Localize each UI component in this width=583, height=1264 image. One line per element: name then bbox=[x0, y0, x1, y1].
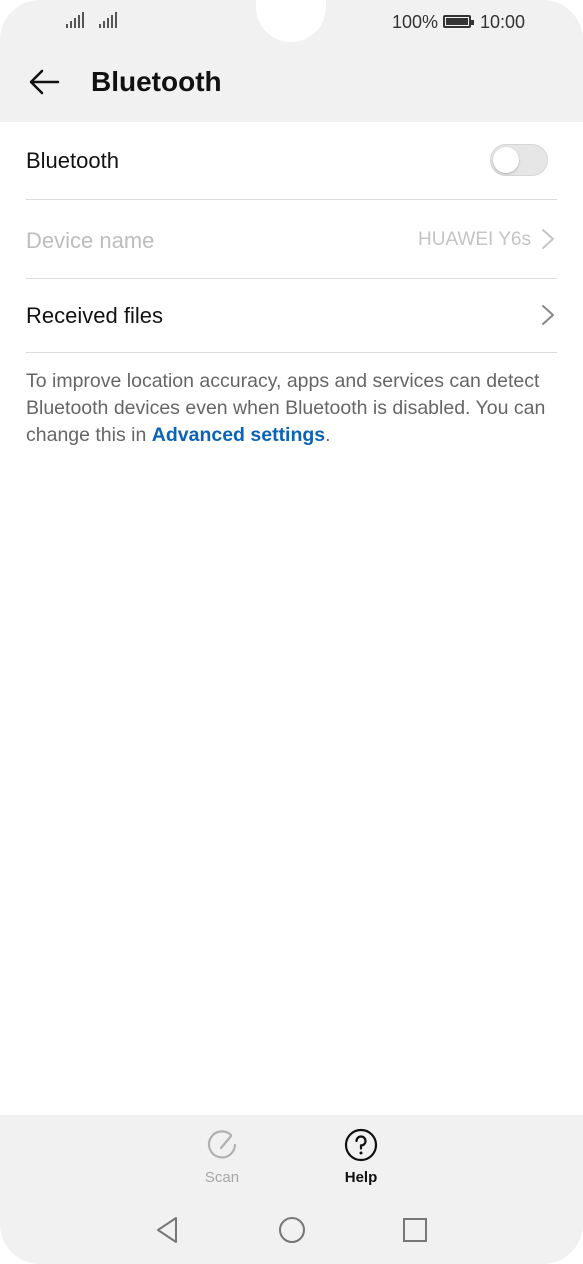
chevron-right-icon bbox=[542, 229, 554, 249]
nav-home-icon[interactable] bbox=[278, 1215, 306, 1245]
nav-recents-icon[interactable] bbox=[402, 1215, 428, 1245]
bluetooth-row[interactable]: Bluetooth bbox=[26, 122, 557, 200]
scan-label: Scan bbox=[204, 1169, 240, 1186]
status-bar: 100% 10:00 bbox=[0, 0, 583, 44]
scan-button[interactable]: Scan bbox=[182, 1127, 262, 1186]
received-files-label: Received files bbox=[26, 303, 163, 328]
bottom-bar: Scan Help bbox=[0, 1115, 583, 1264]
advanced-settings-link[interactable]: Advanced settings bbox=[152, 424, 325, 446]
info-text: To improve location accuracy, apps and s… bbox=[26, 368, 546, 449]
device-name-row[interactable]: Device name HUAWEI Y6s bbox=[26, 200, 557, 279]
signal-icon bbox=[99, 12, 117, 28]
bluetooth-toggle[interactable] bbox=[490, 144, 548, 176]
help-button[interactable]: Help bbox=[321, 1127, 401, 1186]
battery-icon bbox=[443, 15, 474, 28]
app-header: Bluetooth bbox=[0, 44, 583, 122]
page-title: Bluetooth bbox=[91, 66, 222, 97]
phone-screen: 100% 10:00 Bluetooth Bluetooth Device na… bbox=[0, 0, 583, 1264]
status-time: 10:00 bbox=[480, 12, 526, 32]
signal-icon bbox=[66, 12, 84, 28]
info-suffix: . bbox=[325, 424, 331, 446]
device-name-label: Device name bbox=[26, 228, 155, 253]
device-name-value: HUAWEI Y6s bbox=[418, 229, 531, 250]
back-button[interactable] bbox=[24, 62, 64, 102]
back-arrow-icon bbox=[29, 69, 60, 95]
help-icon bbox=[344, 1128, 378, 1162]
battery-percentage: 100% bbox=[392, 12, 439, 32]
toggle-knob bbox=[493, 147, 519, 173]
chevron-right-icon bbox=[542, 305, 554, 325]
received-files-row[interactable]: Received files bbox=[26, 279, 557, 353]
help-label: Help bbox=[344, 1169, 378, 1186]
scan-icon bbox=[207, 1130, 237, 1159]
camera-notch bbox=[256, 0, 326, 42]
nav-back-icon[interactable] bbox=[154, 1215, 180, 1245]
bluetooth-label: Bluetooth bbox=[26, 148, 119, 173]
